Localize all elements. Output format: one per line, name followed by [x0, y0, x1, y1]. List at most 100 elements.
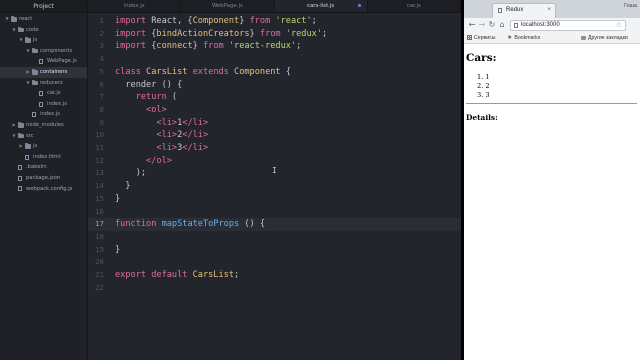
home-icon[interactable]: ⌂	[497, 19, 507, 31]
tree-item-label: components	[40, 47, 73, 54]
bookmark-other[interactable]: Другие закладки	[581, 33, 628, 43]
tree-folder[interactable]: ▶ node_modules	[0, 120, 87, 131]
code-text: }	[115, 180, 130, 193]
tree-file[interactable]: car.js	[0, 88, 87, 99]
tree-file[interactable]: WebPage.js	[0, 56, 87, 67]
url-input[interactable]	[521, 21, 611, 30]
close-icon[interactable]: ×	[547, 4, 551, 17]
tree-folder[interactable]: ▼ js	[0, 35, 87, 46]
line-number: 2	[99, 28, 104, 38]
line-number: 15	[95, 193, 104, 203]
details-heading: Details:	[466, 113, 498, 122]
editor-tab-bar: index.js WebPage.js cars-list.js car.js	[88, 0, 461, 13]
tree-item-label: js	[33, 143, 38, 150]
tree-folder[interactable]: ▶ js	[0, 141, 87, 152]
chevron-down-icon[interactable]: ▼	[25, 78, 31, 89]
tree-item-label: reducers	[40, 79, 63, 86]
chevron-right-icon[interactable]: ▶	[18, 141, 24, 152]
code-text: <li>3</li>	[115, 142, 208, 155]
code-text: }	[115, 193, 120, 206]
code-line: 7 return (	[88, 91, 461, 104]
car-list-item: 3. 3	[477, 90, 490, 99]
code-token: <li>	[115, 117, 178, 128]
tree-folder[interactable]: ▼ code	[0, 25, 87, 36]
tree-item-label: package.json	[26, 174, 61, 181]
bookmark-apps-label: Сервисы	[474, 35, 496, 41]
code-token: {	[285, 66, 291, 77]
chevron-right-icon[interactable]: ▶	[25, 67, 31, 78]
editor-tab-label: car.js	[406, 3, 421, 9]
code-text: import {connect} from 'react-redux';	[115, 40, 301, 53]
chevron-right-icon[interactable]: ▶	[11, 120, 17, 131]
line-number: 3	[99, 41, 104, 51]
chevron-down-icon[interactable]: ▼	[11, 131, 17, 142]
tree-file[interactable]: index.js	[0, 99, 87, 110]
chevron-down-icon[interactable]: ▼	[11, 25, 17, 36]
code-token: 'redux'	[285, 28, 322, 39]
browser-tab[interactable]: Redux ×	[492, 3, 556, 18]
folder-icon	[32, 69, 38, 75]
code-token: Component	[234, 66, 286, 77]
back-arrow-icon[interactable]: ←	[467, 19, 477, 31]
line-number: 6	[99, 79, 104, 89]
bookmark-bookmarks-label: Bookmarks	[514, 35, 541, 41]
code-token: import	[115, 41, 152, 52]
tree-folder[interactable]: ▼ reducers	[0, 78, 87, 89]
code-text: <ol>	[115, 104, 167, 117]
profile-name[interactable]: Гоша	[624, 3, 637, 9]
editor-tab-label: cars-list.js	[307, 3, 335, 9]
page-info-icon[interactable]	[514, 23, 518, 28]
code-line: 18	[88, 231, 461, 244]
tree-file[interactable]: .babelrc	[0, 162, 87, 173]
bookmark-other-label: Другие закладки	[588, 35, 628, 41]
code-token: }	[192, 41, 203, 52]
code-token: 'react-redux'	[228, 41, 297, 52]
tree-file[interactable]: index.js	[0, 109, 87, 120]
reload-icon[interactable]: ↻	[487, 19, 497, 31]
chevron-down-icon[interactable]: ▼	[4, 14, 10, 25]
tree-folder[interactable]: ▼ src	[0, 131, 87, 142]
line-number: 9	[99, 117, 104, 127]
editor-tab[interactable]: cars-list.js	[274, 0, 368, 12]
chevron-down-icon[interactable]: ▼	[25, 46, 31, 57]
address-bar[interactable]: ☆	[510, 20, 626, 31]
editor-tab[interactable]: index.js	[88, 0, 182, 12]
tree-folder[interactable]: ▶ containers	[0, 66, 87, 78]
browser-window: Redux × Гоша ← → ↻ ⌂ ☆ Сервисы ★Bookmark…	[464, 0, 640, 360]
code-token: extends	[192, 66, 235, 77]
tree-item-label: index.html	[33, 153, 61, 160]
tree-file[interactable]: package.json	[0, 173, 87, 184]
code-line: 16	[88, 206, 461, 219]
chevron-down-icon[interactable]: ▼	[18, 35, 24, 46]
tree-file[interactable]: index.html	[0, 152, 87, 163]
folder-icon	[25, 143, 31, 149]
editor-tab[interactable]: WebPage.js	[181, 0, 275, 12]
code-token: }	[249, 28, 260, 39]
code-text: <li>1</li>	[115, 117, 208, 130]
code-token: class	[115, 66, 147, 77]
code-token: () {	[244, 219, 266, 230]
bookmark-apps[interactable]: Сервисы	[467, 33, 496, 43]
code-area[interactable]: 1 import React, {Component} from 'react';…	[88, 13, 461, 360]
code-line: 19}	[88, 244, 461, 257]
tree-file[interactable]: webpack.config.js	[0, 184, 87, 195]
file-icon	[39, 90, 43, 96]
line-number: 5	[99, 66, 104, 76]
forward-arrow-icon[interactable]: →	[477, 19, 487, 31]
line-number: 20	[95, 257, 104, 267]
code-text: function mapStateToProps () {	[115, 218, 265, 231]
code-token: export default	[115, 270, 193, 280]
project-sidebar: Project ▼ react ▼ code ▼ js ▼ components WebPage…	[0, 0, 88, 360]
star-icon[interactable]: ☆	[616, 21, 622, 30]
folder-icon	[18, 122, 24, 128]
tree-folder[interactable]: ▼ components	[0, 46, 87, 57]
code-token: connect	[156, 41, 193, 52]
tree-folder[interactable]: ▼ react	[0, 14, 87, 25]
code-line: 3 import {connect} from 'react-redux';	[88, 40, 461, 53]
apps-grid-icon	[467, 34, 472, 40]
editor-tab[interactable]: car.js	[368, 0, 461, 12]
bookmark-bookmarks[interactable]: ★ Bookmarks	[507, 33, 540, 43]
code-token: <li>	[115, 143, 178, 153]
folder-icon	[18, 132, 24, 139]
code-token: }	[115, 193, 121, 204]
